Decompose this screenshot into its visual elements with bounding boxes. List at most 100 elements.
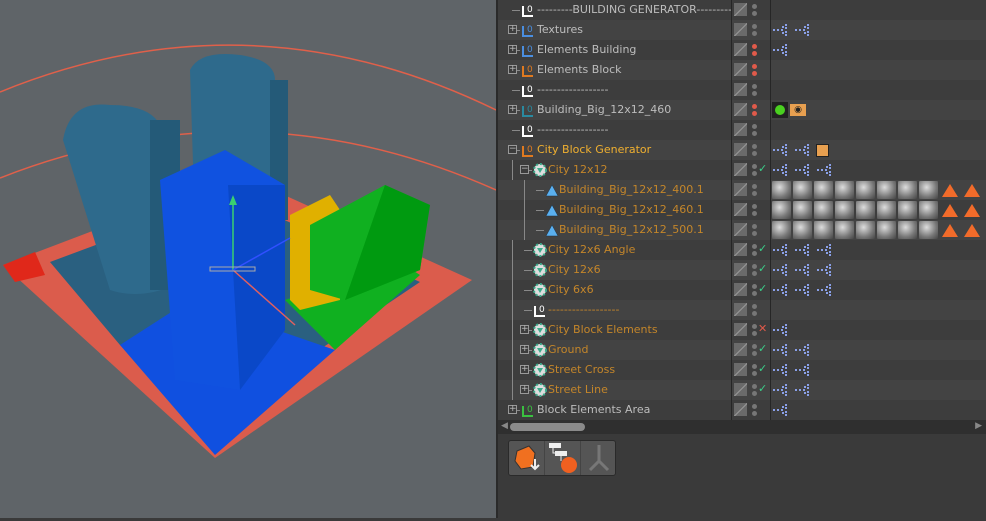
column-separator[interactable] xyxy=(731,0,732,420)
object-row[interactable]: 0 ------------------ xyxy=(498,300,986,320)
phong-tag-icon[interactable] xyxy=(942,203,958,217)
object-row[interactable]: + Street Cross ✓ xyxy=(498,360,986,380)
enabled-check-icon[interactable]: ✓ xyxy=(758,342,767,355)
xpresso-tag-icon[interactable] xyxy=(772,143,790,157)
editor-visibility-dot[interactable] xyxy=(752,384,757,389)
render-visibility-dot[interactable] xyxy=(752,311,757,316)
material-tag-icon[interactable] xyxy=(877,221,896,239)
object-name[interactable]: City 12x12 xyxy=(548,160,608,180)
object-name[interactable]: Elements Building xyxy=(537,40,636,60)
editor-visibility-dot[interactable] xyxy=(752,284,757,289)
collapse-icon[interactable]: − xyxy=(520,165,529,174)
expand-icon[interactable]: + xyxy=(508,45,517,54)
material-tag-icon[interactable] xyxy=(793,201,812,219)
material-tag-icon[interactable] xyxy=(772,201,791,219)
column-separator[interactable] xyxy=(770,0,771,420)
expand-icon[interactable]: + xyxy=(508,25,517,34)
object-name[interactable]: ---------BUILDING GENERATOR--------- xyxy=(537,0,732,20)
render-visibility-dot[interactable] xyxy=(752,171,757,176)
object-name[interactable]: Street Line xyxy=(548,380,608,400)
object-name[interactable]: Textures xyxy=(537,20,583,40)
object-row[interactable]: +0 Elements Block xyxy=(498,60,986,80)
object-name[interactable]: Building_Big_12x12_500.1 xyxy=(559,220,704,240)
xpresso-tag-icon[interactable] xyxy=(772,403,790,417)
enabled-check-icon[interactable]: ✓ xyxy=(758,242,767,255)
object-row[interactable]: + City Block Elements ✕ xyxy=(498,320,986,340)
material-tag-icon[interactable] xyxy=(856,201,875,219)
material-tag-icon[interactable] xyxy=(919,181,938,199)
editor-visibility-dot[interactable] xyxy=(752,324,757,329)
object-row[interactable]: 0 ------------------ xyxy=(498,120,986,140)
object-row[interactable]: 0 ------------------ xyxy=(498,80,986,100)
material-tag-icon[interactable] xyxy=(898,221,917,239)
object-name[interactable]: Block Elements Area xyxy=(537,400,650,420)
object-name[interactable]: City 6x6 xyxy=(548,280,594,300)
xpresso-tag-icon[interactable] xyxy=(772,383,790,397)
editor-visibility-dot[interactable] xyxy=(752,344,757,349)
editor-visibility-dot[interactable] xyxy=(752,44,757,49)
material-tag-icon[interactable] xyxy=(919,201,938,219)
material-tag-icon[interactable] xyxy=(835,181,854,199)
object-row[interactable]: +0 Block Elements Area xyxy=(498,400,986,420)
editor-visibility-icon[interactable] xyxy=(734,323,747,336)
expand-icon[interactable]: + xyxy=(520,325,529,334)
editor-visibility-icon[interactable] xyxy=(734,223,747,236)
editor-visibility-icon[interactable] xyxy=(734,203,747,216)
material-tag-icon[interactable] xyxy=(856,221,875,239)
collapse-icon[interactable]: − xyxy=(508,145,517,154)
toolbar-button-skeleton[interactable] xyxy=(581,441,617,475)
material-tag-icon[interactable] xyxy=(835,201,854,219)
annotation-tag-icon[interactable] xyxy=(816,143,829,157)
object-row[interactable]: +0 Elements Building xyxy=(498,40,986,60)
expand-icon[interactable]: + xyxy=(508,65,517,74)
render-visibility-dot[interactable] xyxy=(752,151,757,156)
horizontal-scrollbar[interactable]: ◀ ▶ xyxy=(498,420,986,434)
render-visibility-dot[interactable] xyxy=(752,411,757,416)
editor-visibility-dot[interactable] xyxy=(752,84,757,89)
object-row[interactable]: Building_Big_12x12_400.1 xyxy=(498,180,986,200)
material-tag-icon[interactable] xyxy=(877,181,896,199)
xpresso-tag-icon[interactable] xyxy=(794,283,812,297)
editor-visibility-dot[interactable] xyxy=(752,144,757,149)
render-visibility-dot[interactable] xyxy=(752,331,757,336)
editor-visibility-dot[interactable] xyxy=(752,244,757,249)
render-visibility-dot[interactable] xyxy=(752,71,757,76)
material-tag-icon[interactable] xyxy=(814,201,833,219)
xpresso-tag-icon[interactable] xyxy=(772,343,790,357)
render-visibility-dot[interactable] xyxy=(752,11,757,16)
material-tag-icon[interactable] xyxy=(793,221,812,239)
object-name[interactable]: Ground xyxy=(548,340,588,360)
object-row[interactable]: +0 Building_Big_12x12_460 ◉ xyxy=(498,100,986,120)
object-name[interactable]: City 12x6 xyxy=(548,260,601,280)
object-row[interactable]: City 6x6 ✓ xyxy=(498,280,986,300)
xpresso-tag-icon[interactable] xyxy=(794,383,812,397)
phong-tag-icon[interactable] xyxy=(942,183,958,197)
editor-visibility-dot[interactable] xyxy=(752,184,757,189)
xpresso-tag-icon[interactable] xyxy=(772,323,790,337)
xpresso-tag-icon[interactable] xyxy=(816,263,834,277)
display-tag-icon[interactable] xyxy=(772,102,788,118)
object-name[interactable]: Building_Big_12x12_460.1 xyxy=(559,200,704,220)
xpresso-tag-icon[interactable] xyxy=(794,23,812,37)
xpresso-tag-icon[interactable] xyxy=(772,43,790,57)
editor-visibility-icon[interactable] xyxy=(734,283,747,296)
material-tag-icon[interactable] xyxy=(877,201,896,219)
material-tag-icon[interactable] xyxy=(898,181,917,199)
editor-visibility-icon[interactable] xyxy=(734,123,747,136)
object-row[interactable]: City 12x6 ✓ xyxy=(498,260,986,280)
render-visibility-dot[interactable] xyxy=(752,191,757,196)
editor-visibility-icon[interactable] xyxy=(734,303,747,316)
render-visibility-dot[interactable] xyxy=(752,31,757,36)
editor-visibility-icon[interactable] xyxy=(734,403,747,416)
render-visibility-dot[interactable] xyxy=(752,371,757,376)
object-row[interactable]: + Ground ✓ xyxy=(498,340,986,360)
enabled-check-icon[interactable]: ✓ xyxy=(758,382,767,395)
editor-visibility-icon[interactable] xyxy=(734,363,747,376)
render-visibility-dot[interactable] xyxy=(752,391,757,396)
xpresso-tag-icon[interactable] xyxy=(816,163,834,177)
object-row[interactable]: City 12x6 Angle ✓ xyxy=(498,240,986,260)
object-name[interactable]: Street Cross xyxy=(548,360,615,380)
xpresso-tag-icon[interactable] xyxy=(772,163,790,177)
xpresso-tag-icon[interactable] xyxy=(794,243,812,257)
material-tag-icon[interactable] xyxy=(772,181,791,199)
